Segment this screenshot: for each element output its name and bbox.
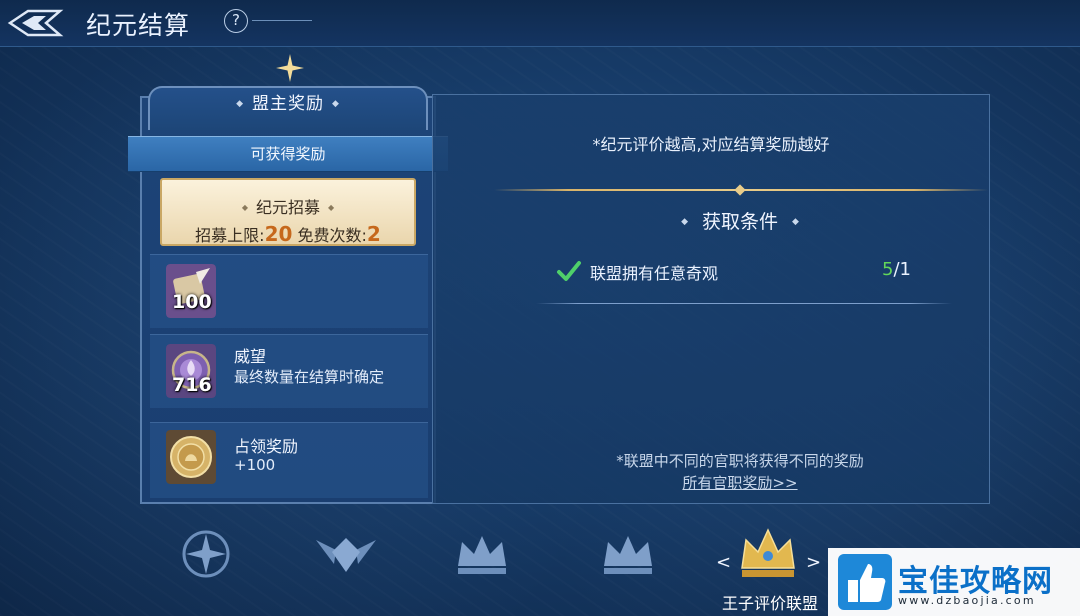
panel-heading: ◆ 盟主奖励 ◆ [236,94,340,114]
diamond-icon: ◆ [328,203,335,212]
tab-prev-arrow[interactable]: < [716,552,731,573]
all-office-rewards-link[interactable]: 所有官职奖励>> [660,472,820,493]
condition-text: 联盟拥有任意奇观 [590,264,719,283]
item-count: 716 [172,374,212,396]
condition-progress: 5/1 [882,259,911,280]
rating-hint: *纪元评价越高,对应结算奖励越好 [592,135,830,154]
tab-winged-diamond-icon[interactable] [306,520,386,590]
recruit-title: ◆ 纪元招募 ◆ [241,198,335,217]
watermark-url: www.dzbaojia.com [898,594,1036,607]
conditions-panel [432,94,990,504]
tab-gold-crown-icon[interactable] [728,520,808,590]
diamond-icon: ◆ [236,99,244,109]
diamond-icon: ◆ [792,217,799,227]
thumbs-up-logo-icon [838,554,892,610]
condition-divider [536,303,952,304]
header-divider [252,20,312,21]
diamond-icon: ◆ [681,217,688,227]
tab-crown-icon[interactable] [442,520,522,590]
diamond-icon: ◆ [241,203,248,212]
reward-title: 威望 [234,347,267,366]
question-icon[interactable]: ? [224,9,248,33]
tab-crown-icon[interactable] [588,520,668,590]
diamond-icon: ◆ [332,99,340,109]
reward-subtitle: 最终数量在结算时确定 [234,368,385,386]
recruit-stats: 招募上限:20 免费次数:2 [195,222,381,246]
reward-subtitle: +100 [234,456,276,474]
tab-compass-emblem-icon[interactable] [166,520,246,590]
conditions-heading: ◆ 获取条件 ◆ [681,211,799,233]
tab-active-label: 王子评价联盟 [721,594,818,613]
page-title: 纪元结算 [86,11,191,40]
office-hint: *联盟中不同的官职将获得不同的奖励 [616,452,864,470]
gold-coin-icon[interactable] [166,430,216,484]
available-rewards-label: 可获得奖励 [250,145,326,163]
back-arrow-icon[interactable] [6,6,64,40]
tab-next-arrow[interactable]: > [806,552,821,573]
checkmark-icon [557,261,581,281]
star-ornament-icon [276,54,304,82]
reward-title: 占领奖励 [234,437,299,456]
item-count: 100 [172,291,212,313]
